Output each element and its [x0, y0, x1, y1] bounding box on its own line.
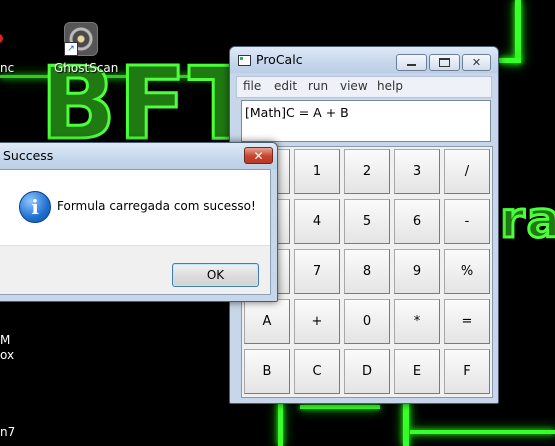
app-icon [0, 34, 3, 43]
key-7-r2[interactable]: 7 [294, 249, 340, 294]
key-percent-r2[interactable]: % [444, 249, 490, 294]
close-icon: ✕ [471, 56, 482, 69]
success-dialog: Success ✕ i Formula carregada com sucess… [0, 142, 278, 302]
desktop-icon-label[interactable]: ox [0, 348, 14, 362]
key-divide-r0[interactable]: / [444, 149, 490, 194]
procalc-title: ProCalc [256, 52, 303, 67]
key-5-r1[interactable]: 5 [344, 199, 390, 244]
formula-display[interactable]: [Math]C = A + B [241, 100, 491, 142]
key-c-r4[interactable]: C [294, 349, 340, 394]
minimize-button[interactable] [396, 54, 427, 71]
key-b-r4[interactable]: B [244, 349, 290, 394]
key-9-r2[interactable]: 9 [394, 249, 440, 294]
close-button[interactable]: ✕ [462, 54, 491, 71]
key-2-r0[interactable]: 2 [344, 149, 390, 194]
menu-run[interactable]: run [308, 79, 328, 93]
key-4-r1[interactable]: 4 [294, 199, 340, 244]
maximize-icon [439, 58, 450, 67]
ok-button[interactable]: OK [172, 263, 259, 287]
dialog-title: Success [3, 148, 54, 163]
key-0-r3[interactable]: 0 [344, 299, 390, 344]
close-icon: ✕ [253, 148, 264, 163]
key-1-r0[interactable]: 1 [294, 149, 340, 194]
maximize-button[interactable] [429, 54, 460, 71]
menu-bar: file edit run view help [236, 76, 492, 98]
procalc-app-icon [238, 55, 251, 66]
info-icon: i [19, 191, 51, 223]
desktop-icon-label[interactable]: n7 [0, 425, 15, 439]
key-8-r2[interactable]: 8 [344, 249, 390, 294]
procalc-title-bar[interactable]: ProCalc ✕ [230, 47, 498, 73]
shortcut-arrow-icon: ↗ [64, 42, 78, 56]
key-multiply-r3[interactable]: * [394, 299, 440, 344]
dialog-message: Formula carregada com sucesso! [57, 199, 256, 213]
key-f-r4[interactable]: F [444, 349, 490, 394]
menu-file[interactable]: file [243, 79, 261, 93]
menu-edit[interactable]: edit [274, 79, 297, 93]
key-plus-r3[interactable]: + [294, 299, 340, 344]
key-6-r1[interactable]: 6 [394, 199, 440, 244]
dialog-title-bar[interactable]: Success ✕ [0, 143, 277, 169]
keypad: 123/x456-+789%A+0*=BCDEF [241, 146, 493, 398]
key-a-r3[interactable]: A [244, 299, 290, 344]
wallpaper-text-right: ra [498, 191, 555, 249]
dialog-close-button[interactable]: ✕ [244, 147, 273, 164]
menu-view[interactable]: view [340, 79, 368, 93]
key-3-r0[interactable]: 3 [394, 149, 440, 194]
desktop-icon-label[interactable]: M [0, 333, 10, 347]
desktop-icon-ghostscan[interactable]: ↗ GhostScan [54, 20, 118, 78]
desktop-icon-label: GhostScan [54, 61, 119, 75]
desktop-icon-nc[interactable]: nc [0, 20, 20, 78]
key-e-r4[interactable]: E [394, 349, 440, 394]
desktop-icon-label: nc [0, 61, 15, 75]
key-minus-r1[interactable]: - [444, 199, 490, 244]
key-d-r4[interactable]: D [344, 349, 390, 394]
menu-help[interactable]: help [377, 79, 403, 93]
minimize-icon [407, 64, 416, 66]
key-equals-r3[interactable]: = [444, 299, 490, 344]
